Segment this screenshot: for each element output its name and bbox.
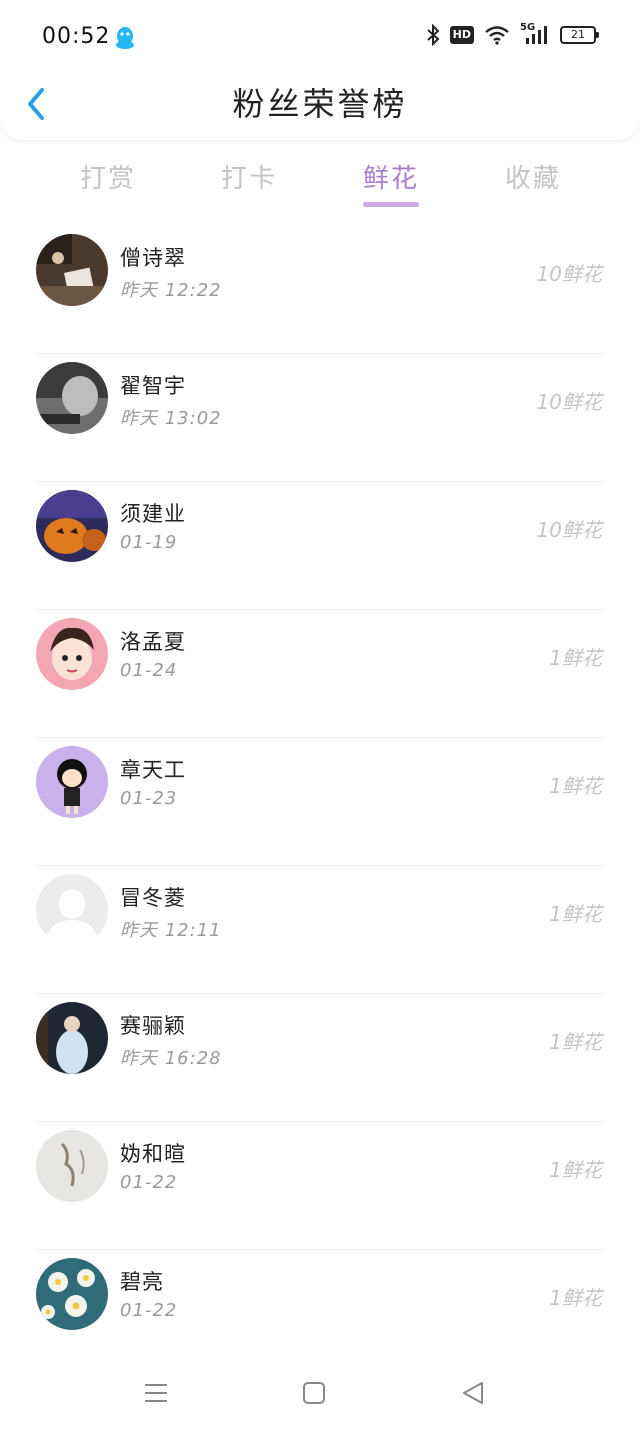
flower-count: 10鲜花 bbox=[536, 518, 602, 542]
hd-badge: HD bbox=[449, 26, 474, 44]
fan-time: 昨天 13:02 bbox=[120, 408, 222, 429]
avatar bbox=[36, 746, 108, 818]
avatar bbox=[36, 1258, 108, 1330]
fan-name: 妫和暄 bbox=[120, 1142, 186, 1166]
list-item[interactable]: 僧诗翠 昨天 12:22 10鲜花 bbox=[0, 226, 640, 354]
fan-name: 章天工 bbox=[120, 758, 186, 782]
system-nav-bar bbox=[0, 1350, 640, 1431]
flower-count: 1鲜花 bbox=[549, 1158, 602, 1182]
qq-penguin-icon bbox=[116, 27, 134, 49]
list-item[interactable]: 章天工 01-23 1鲜花 bbox=[0, 738, 640, 866]
list-item[interactable]: 须建业 01-19 10鲜花 bbox=[0, 482, 640, 610]
tab-tip[interactable]: 打赏 bbox=[53, 158, 163, 195]
avatar bbox=[36, 234, 108, 306]
fan-time: 01-22 bbox=[120, 1300, 178, 1321]
fan-name: 碧亮 bbox=[120, 1270, 164, 1294]
wifi-icon bbox=[485, 26, 509, 45]
avatar bbox=[36, 874, 108, 946]
avatar bbox=[36, 362, 108, 434]
fan-name: 须建业 bbox=[120, 502, 186, 526]
battery-indicator: 21 bbox=[560, 26, 599, 44]
fan-name: 赛骊颖 bbox=[120, 1014, 186, 1038]
list-item[interactable]: 赛骊颖 昨天 16:28 1鲜花 bbox=[0, 994, 640, 1122]
fan-time: 昨天 12:11 bbox=[120, 920, 222, 941]
fan-name: 僧诗翠 bbox=[120, 246, 186, 270]
list-item[interactable]: 洛孟夏 01-24 1鲜花 bbox=[0, 610, 640, 738]
status-time: 00:52 bbox=[42, 24, 111, 49]
flower-count: 10鲜花 bbox=[536, 262, 602, 286]
avatar bbox=[36, 618, 108, 690]
flower-count: 10鲜花 bbox=[536, 390, 602, 414]
list-item[interactable]: 冒冬菱 昨天 12:11 1鲜花 bbox=[0, 866, 640, 994]
bluetooth-icon bbox=[426, 24, 440, 46]
back-triangle-icon[interactable] bbox=[458, 1378, 488, 1408]
status-bar: 00:52 HD 5G 21 bbox=[0, 0, 640, 76]
list-item[interactable]: 翟智宇 昨天 13:02 10鲜花 bbox=[0, 354, 640, 482]
flower-count: 1鲜花 bbox=[549, 774, 602, 798]
avatar bbox=[36, 490, 108, 562]
fan-list: 僧诗翠 昨天 12:22 10鲜花 翟智宇 昨天 13:02 10鲜花 须建业 … bbox=[0, 226, 640, 1378]
flower-count: 1鲜花 bbox=[549, 1030, 602, 1054]
active-tab-indicator bbox=[363, 202, 419, 207]
flower-count: 1鲜花 bbox=[549, 1286, 602, 1310]
tab-flowers[interactable]: 鲜花 bbox=[336, 158, 446, 195]
fan-name: 冒冬菱 bbox=[120, 886, 186, 910]
fan-time: 01-19 bbox=[120, 532, 178, 553]
network-5g-label: 5G bbox=[520, 22, 550, 46]
fan-time: 01-24 bbox=[120, 660, 178, 681]
avatar bbox=[36, 1002, 108, 1074]
tab-favorites[interactable]: 收藏 bbox=[478, 158, 588, 195]
flower-count: 1鲜花 bbox=[549, 902, 602, 926]
status-icons: HD 5G 21 bbox=[426, 22, 599, 46]
fan-time: 昨天 12:22 bbox=[120, 280, 222, 301]
fan-time: 01-22 bbox=[120, 1172, 178, 1193]
signal-bars-icon bbox=[526, 26, 547, 44]
flower-count: 1鲜花 bbox=[549, 646, 602, 670]
home-square-icon[interactable] bbox=[299, 1378, 329, 1408]
fan-time: 01-23 bbox=[120, 788, 178, 809]
fan-name: 洛孟夏 bbox=[120, 630, 186, 654]
avatar bbox=[36, 1130, 108, 1202]
fan-name: 翟智宇 bbox=[120, 374, 186, 398]
tab-bar: 打赏 打卡 鲜花 收藏 bbox=[0, 152, 640, 212]
menu-icon[interactable] bbox=[141, 1378, 171, 1408]
list-item[interactable]: 妫和暄 01-22 1鲜花 bbox=[0, 1122, 640, 1250]
fan-time: 昨天 16:28 bbox=[120, 1048, 222, 1069]
tab-checkin[interactable]: 打卡 bbox=[194, 158, 304, 195]
page-title: 粉丝荣誉榜 bbox=[232, 85, 408, 123]
